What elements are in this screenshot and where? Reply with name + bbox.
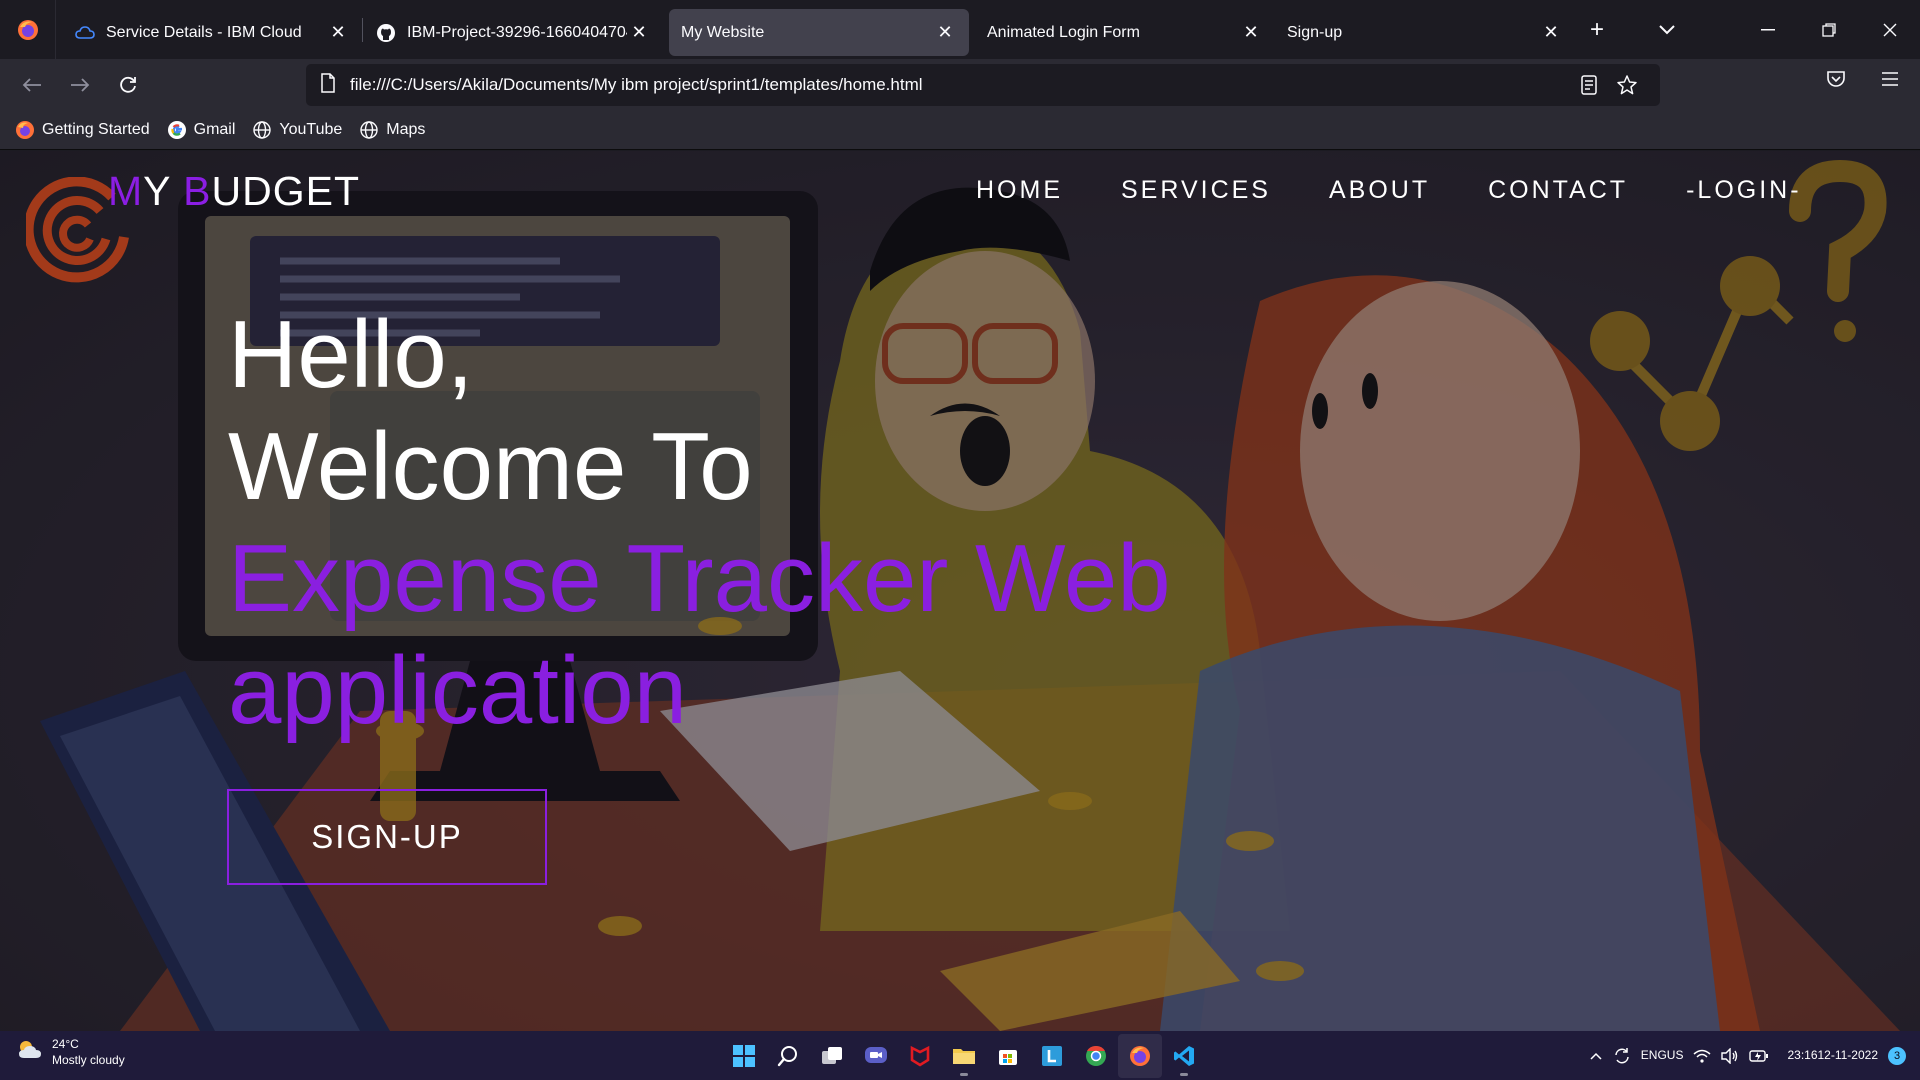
search-icon[interactable] bbox=[766, 1034, 810, 1078]
tab-my-website[interactable]: My Website ✕ bbox=[669, 9, 969, 56]
pocket-icon[interactable] bbox=[1812, 59, 1860, 99]
weather-widget[interactable]: 24°C Mostly cloudy bbox=[16, 1036, 125, 1068]
region-code: US bbox=[1666, 1048, 1684, 1062]
microsoft-store-icon[interactable] bbox=[986, 1034, 1030, 1078]
firefox-taskbar-icon[interactable] bbox=[1118, 1033, 1162, 1078]
brand-name[interactable]: MY BUDGET bbox=[108, 168, 360, 215]
weather-temp: 24°C bbox=[52, 1037, 79, 1051]
bookmark-label: Getting Started bbox=[42, 121, 150, 138]
lounge-app-icon[interactable] bbox=[1030, 1034, 1074, 1078]
close-icon[interactable]: ✕ bbox=[1539, 21, 1563, 45]
clock[interactable]: 23:16 12-11-2022 bbox=[1787, 1048, 1878, 1063]
tab-github[interactable]: IBM-Project-39296-1660404704/ ✕ bbox=[363, 9, 663, 56]
google-icon bbox=[166, 119, 188, 141]
back-button[interactable] bbox=[8, 65, 56, 105]
system-tray: ENG US 23:16 12-11-2022 3 bbox=[1579, 1031, 1906, 1080]
close-icon[interactable]: ✕ bbox=[933, 21, 957, 45]
reader-view-icon[interactable] bbox=[1570, 66, 1608, 104]
bookmark-getting-started[interactable]: Getting Started bbox=[14, 119, 150, 141]
bookmark-label: Maps bbox=[386, 121, 426, 138]
nav-contact-link[interactable]: CONTACT bbox=[1488, 176, 1628, 205]
address-bar[interactable]: file:///C:/Users/Akila/Documents/My ibm … bbox=[306, 64, 1660, 106]
notification-badge[interactable]: 3 bbox=[1888, 1046, 1906, 1065]
firefox-icon bbox=[14, 119, 36, 141]
bookmark-label: Gmail bbox=[193, 121, 236, 138]
weather-desc: Mostly cloudy bbox=[52, 1053, 125, 1067]
tab-animated-login[interactable]: Animated Login Form ✕ bbox=[975, 9, 1275, 56]
ibm-cloud-icon bbox=[74, 22, 96, 44]
chat-icon[interactable] bbox=[854, 1034, 898, 1078]
brand-letter-y: Y bbox=[143, 168, 184, 214]
nav-services-link[interactable]: SERVICES bbox=[1121, 176, 1271, 205]
language-indicator[interactable]: ENG US bbox=[1641, 1048, 1684, 1063]
windows-taskbar: 24°C Mostly cloudy ENG US 23:16 12-11-20… bbox=[0, 1031, 1920, 1080]
url-text[interactable]: file:///C:/Users/Akila/Documents/My ibm … bbox=[350, 75, 1570, 95]
nav-about-link[interactable]: ABOUT bbox=[1329, 176, 1430, 205]
tab-title: Service Details - IBM Cloud bbox=[106, 23, 302, 41]
start-button[interactable] bbox=[722, 1034, 766, 1078]
sync-icon[interactable] bbox=[1613, 1047, 1631, 1065]
web-page-viewport: MY BUDGET HOME SERVICES ABOUT CONTACT -L… bbox=[0, 151, 1920, 1031]
tab-title: My Website bbox=[681, 23, 765, 41]
globe-icon bbox=[358, 119, 380, 141]
hero-line-hello: Hello, bbox=[228, 301, 474, 408]
vscode-icon[interactable] bbox=[1162, 1034, 1206, 1078]
tab-bar: Service Details - IBM Cloud ✕ IBM-Projec… bbox=[0, 0, 1920, 59]
bookmark-youtube[interactable]: YouTube bbox=[251, 119, 342, 141]
close-icon[interactable]: ✕ bbox=[1239, 21, 1263, 45]
chevron-up-icon[interactable] bbox=[1589, 1051, 1603, 1061]
weather-text: 24°C Mostly cloudy bbox=[52, 1036, 125, 1068]
chrome-icon[interactable] bbox=[1074, 1034, 1118, 1078]
list-all-tabs-button[interactable] bbox=[1645, 10, 1689, 50]
hero-line-welcome: Welcome To bbox=[228, 413, 753, 520]
brand-letter-m: M bbox=[108, 168, 144, 214]
nav-home-link[interactable]: HOME bbox=[976, 176, 1063, 205]
github-icon bbox=[375, 22, 397, 44]
clock-time: 23:16 bbox=[1787, 1048, 1818, 1062]
tab-title: IBM-Project-39296-1660404704/ bbox=[407, 23, 627, 41]
clock-date: 12-11-2022 bbox=[1817, 1048, 1879, 1062]
language-code: ENG bbox=[1640, 1048, 1667, 1062]
hero-line-application: application bbox=[228, 637, 687, 744]
globe-icon bbox=[251, 119, 273, 141]
new-tab-button[interactable]: + bbox=[1575, 10, 1619, 50]
taskbar-apps bbox=[722, 1031, 1206, 1080]
site-nav: HOME SERVICES ABOUT CONTACT -LOGIN- bbox=[976, 176, 1802, 205]
tab-title: Sign-up bbox=[1287, 23, 1343, 41]
tab-ibm-cloud[interactable]: Service Details - IBM Cloud ✕ bbox=[62, 9, 362, 56]
file-explorer-icon[interactable] bbox=[942, 1034, 986, 1078]
hero-heading: Hello, Welcome To Expense Tracker Web ap… bbox=[228, 299, 1171, 747]
bookmark-gmail[interactable]: Gmail bbox=[166, 119, 236, 141]
close-icon[interactable]: ✕ bbox=[326, 21, 350, 45]
window-controls bbox=[1737, 0, 1920, 59]
close-icon[interactable]: ✕ bbox=[627, 21, 651, 45]
wifi-icon[interactable] bbox=[1693, 1049, 1711, 1063]
close-window-button[interactable] bbox=[1859, 0, 1920, 59]
hero-line-expense-tracker: Expense Tracker Web bbox=[228, 525, 1171, 632]
bookmark-star-icon[interactable] bbox=[1608, 66, 1646, 104]
mcafee-icon[interactable] bbox=[898, 1034, 942, 1078]
toolbar-right bbox=[1812, 59, 1920, 111]
nav-login-link[interactable]: -LOGIN- bbox=[1686, 176, 1801, 205]
brand-letter-b: B bbox=[183, 168, 212, 214]
minimize-button[interactable] bbox=[1737, 0, 1798, 59]
reload-button[interactable] bbox=[104, 65, 152, 105]
bookmarks-toolbar: Getting Started Gmail YouTube Maps bbox=[0, 111, 1920, 150]
restore-button[interactable] bbox=[1798, 0, 1859, 59]
cloudy-weather-icon bbox=[16, 1038, 44, 1067]
bookmark-maps[interactable]: Maps bbox=[358, 119, 425, 141]
firefox-menu-icon[interactable] bbox=[0, 0, 56, 59]
forward-button[interactable] bbox=[56, 65, 104, 105]
battery-icon[interactable] bbox=[1749, 1049, 1769, 1063]
navigation-toolbar: file:///C:/Users/Akila/Documents/My ibm … bbox=[0, 59, 1920, 111]
sign-up-button[interactable]: SIGN-UP bbox=[227, 789, 547, 885]
tab-title: Animated Login Form bbox=[987, 23, 1140, 41]
volume-icon[interactable] bbox=[1721, 1047, 1739, 1064]
task-view-icon[interactable] bbox=[810, 1034, 854, 1078]
brand-rest: UDGET bbox=[211, 168, 361, 214]
page-icon bbox=[320, 72, 336, 98]
hamburger-menu-icon[interactable] bbox=[1860, 59, 1920, 99]
tab-sign-up[interactable]: Sign-up ✕ bbox=[1275, 9, 1575, 56]
bookmark-label: YouTube bbox=[279, 121, 343, 138]
